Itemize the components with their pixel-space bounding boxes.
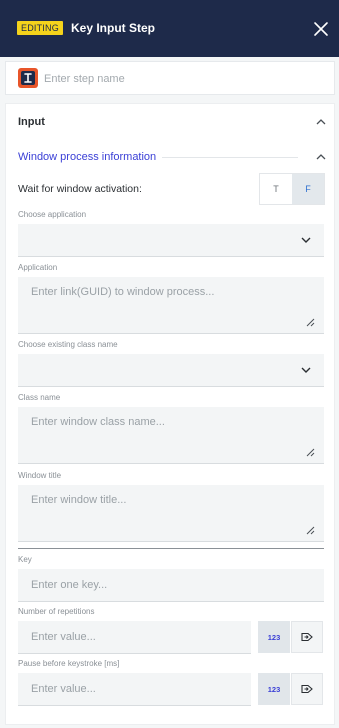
collapse-window-process-icon[interactable] <box>314 150 328 164</box>
key-input-step-icon <box>18 68 38 88</box>
choose-application-label: Choose application <box>18 210 87 219</box>
resize-grip-icon[interactable] <box>306 318 315 327</box>
choose-class-label: Choose existing class name <box>18 340 118 349</box>
class-name-label: Class name <box>18 393 61 402</box>
class-name-field <box>18 407 324 464</box>
step-editor-header: EDITING Key Input Step <box>0 0 339 57</box>
step-title: Key Input Step <box>71 21 156 35</box>
repetitions-input[interactable] <box>18 621 251 653</box>
window-process-subtitle[interactable]: Window process information <box>18 151 156 163</box>
choose-application-select[interactable] <box>18 224 324 257</box>
wait-activation-label: Wait for window activation: <box>18 183 142 195</box>
repetitions-label: Number of repetitions <box>18 607 95 616</box>
input-section-title: Input <box>18 116 45 128</box>
application-label: Application <box>18 263 58 272</box>
resize-grip-icon[interactable] <box>306 448 315 457</box>
pause-label: Pause before keystroke [ms] <box>18 659 120 668</box>
application-field <box>18 277 324 334</box>
key-field <box>18 569 324 602</box>
step-name-row <box>5 61 335 95</box>
variable-arrow-icon <box>301 632 313 642</box>
repetitions-numeric-button[interactable]: 123 <box>258 621 290 653</box>
application-textarea[interactable] <box>18 277 324 333</box>
class-name-textarea[interactable] <box>18 407 324 463</box>
repetitions-field <box>18 621 251 654</box>
choose-class-select[interactable] <box>18 354 324 387</box>
pause-field <box>18 673 251 706</box>
chevron-down-icon <box>301 367 311 373</box>
pause-numeric-button[interactable]: 123 <box>258 673 290 705</box>
window-title-label: Window title <box>18 471 62 480</box>
repetitions-variable-button[interactable] <box>291 621 323 653</box>
window-title-field <box>18 485 324 542</box>
toggle-true-option[interactable]: T <box>260 174 292 204</box>
close-icon[interactable] <box>313 21 329 37</box>
input-panel: Input Window process information Wait fo… <box>5 103 335 725</box>
collapse-input-icon[interactable] <box>314 115 328 129</box>
step-name-input[interactable] <box>44 68 326 90</box>
chevron-down-icon <box>301 237 311 243</box>
subsection-divider <box>162 157 298 158</box>
pause-input[interactable] <box>18 673 251 705</box>
resize-grip-icon[interactable] <box>306 526 315 535</box>
key-label: Key <box>18 555 32 564</box>
toggle-false-option[interactable]: F <box>292 174 324 204</box>
window-title-textarea[interactable] <box>18 485 324 541</box>
section-divider <box>18 548 324 549</box>
editing-badge: EDITING <box>17 21 63 35</box>
variable-arrow-icon <box>301 684 313 694</box>
key-input[interactable] <box>18 569 324 601</box>
pause-variable-button[interactable] <box>291 673 323 705</box>
wait-activation-toggle: T F <box>259 173 325 205</box>
